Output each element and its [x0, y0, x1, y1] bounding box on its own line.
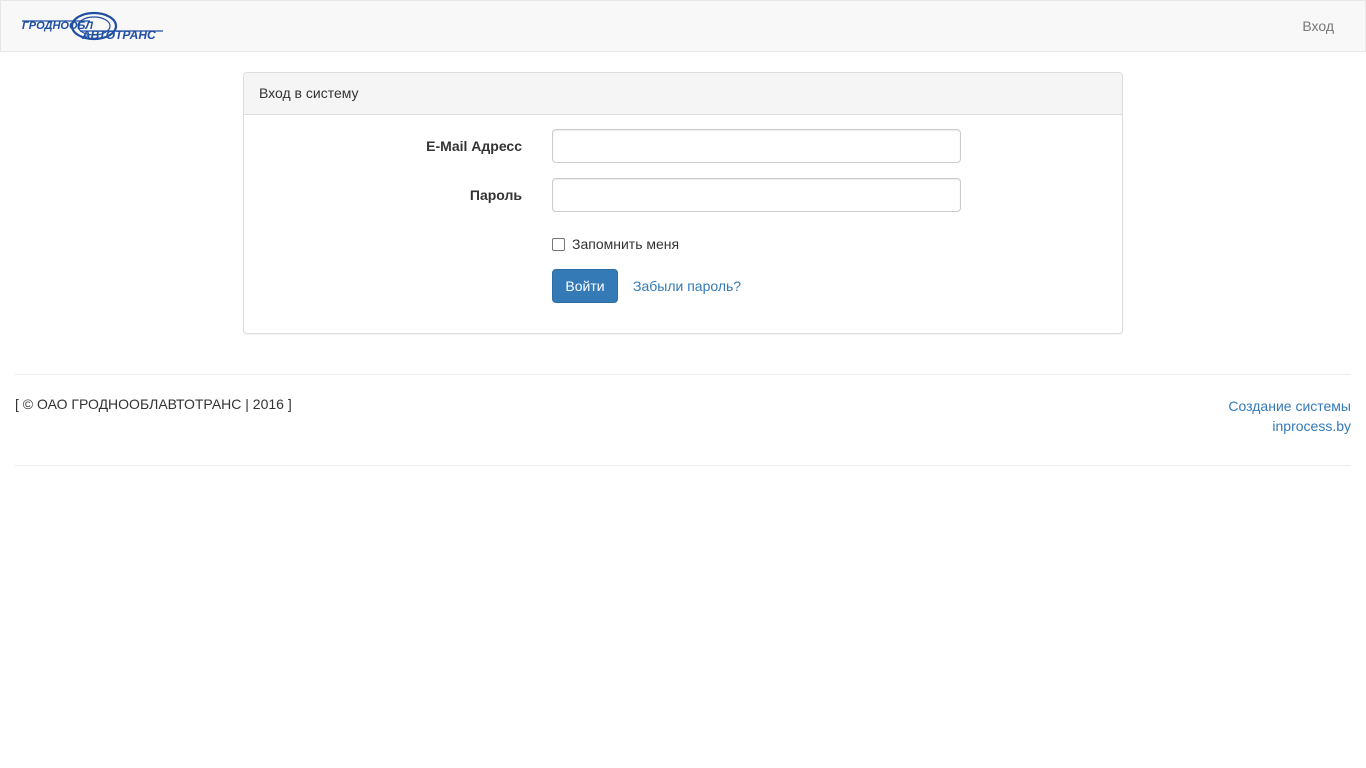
password-field[interactable] [552, 178, 961, 212]
panel-heading: Вход в систему [244, 73, 1122, 115]
footer-divider-bottom [15, 465, 1351, 466]
nav-login-link[interactable]: Вход [1302, 18, 1334, 34]
password-label: Пароль [469, 187, 522, 203]
brand-logo[interactable]: ГРОДНООБЛ АВТОТРАНС [20, 11, 165, 42]
navbar: ГРОДНООБЛ АВТОТРАНС Вход [0, 0, 1366, 52]
email-field[interactable] [552, 129, 961, 163]
remember-me[interactable]: Запомнить меня [552, 236, 679, 252]
footer-copyright: [ © ОАО ГРОДНООБЛАВТОТРАНС | 2016 ] [15, 396, 292, 412]
email-label: E-Mail Адресс [426, 138, 522, 154]
brand-text-bottom: АВТОТРАНС [81, 28, 156, 42]
login-panel: Вход в систему E-Mail Адресс Пароль Запо… [243, 72, 1123, 334]
remember-label[interactable]: Запомнить меня [572, 236, 679, 252]
credits-link-inprocess[interactable]: inprocess.by [1228, 416, 1351, 436]
footer-credits: Создание системы inprocess.by [1228, 396, 1351, 436]
footer-divider-top [15, 374, 1351, 375]
login-button[interactable]: Войти [552, 269, 618, 303]
credits-link-system[interactable]: Создание системы [1228, 396, 1351, 416]
remember-checkbox[interactable] [552, 237, 565, 251]
forgot-password-link[interactable]: Забыли пароль? [633, 278, 741, 294]
